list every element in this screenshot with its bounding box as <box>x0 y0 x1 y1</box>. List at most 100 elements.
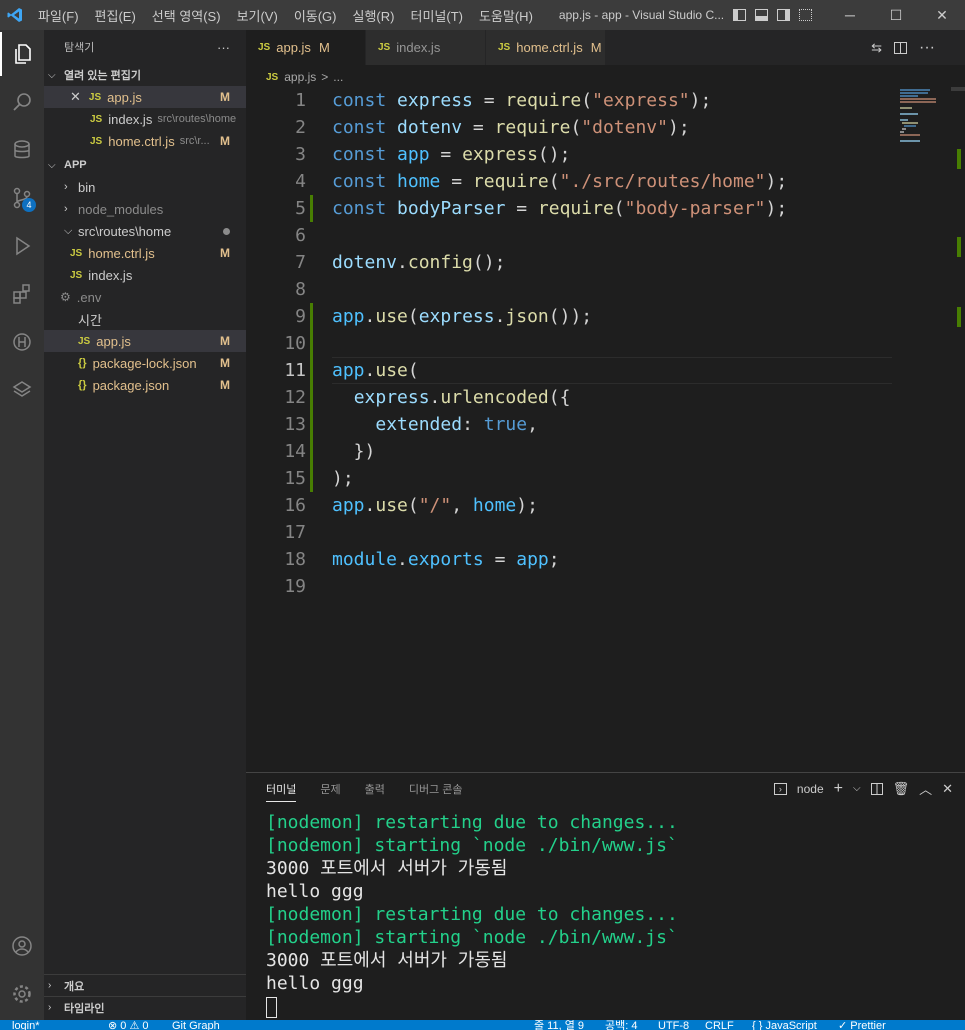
minimize-icon[interactable]: ─ <box>827 7 873 24</box>
tree-item[interactable]: 시간 <box>44 308 246 330</box>
close-panel-icon[interactable]: ✕ <box>942 781 953 797</box>
source-control-icon[interactable]: 4 <box>0 176 44 220</box>
more-actions-icon[interactable]: ··· <box>919 39 935 57</box>
cursor-position[interactable]: 줄 11, 열 9 <box>534 1020 584 1030</box>
language-mode[interactable]: { } JavaScript <box>752 1020 817 1030</box>
line-number: 2 <box>295 117 306 138</box>
chevron-right-icon: › <box>48 980 52 991</box>
open-editor-item[interactable]: ✕ JS app.js M <box>44 86 246 108</box>
tree-item[interactable]: ⚙ .env <box>44 286 246 308</box>
editor-scrollbar[interactable] <box>951 87 965 771</box>
code-line: 19 <box>246 573 965 600</box>
menu-item[interactable]: 파일(F) <box>30 6 87 25</box>
remote-explorer-icon[interactable] <box>0 320 44 364</box>
new-terminal-icon[interactable]: + <box>834 780 843 798</box>
search-icon[interactable] <box>0 80 44 124</box>
maximize-icon[interactable]: ☐ <box>873 7 919 24</box>
code-text: app.use(express.json()); <box>332 306 593 327</box>
terminal-output[interactable]: [nodemon] restarting due to changes... [n… <box>266 811 678 1018</box>
open-editor-label: home.ctrl.js <box>108 133 175 149</box>
tree-item[interactable]: ⌵ src\routes\home <box>44 220 246 242</box>
code-text: ); <box>332 468 354 489</box>
panel-tab[interactable]: 출력 <box>365 781 385 802</box>
encoding[interactable]: UTF-8 <box>658 1020 689 1030</box>
outline-section[interactable]: › 개요 <box>44 974 246 996</box>
editor-tab[interactable]: JS home.ctrl.js M <box>486 30 606 65</box>
folder-header[interactable]: ⌵ APP <box>44 154 246 176</box>
vscode-logo-icon <box>0 0 30 30</box>
extensions-icon[interactable] <box>0 272 44 316</box>
code-text: const dotenv = require("dotenv"); <box>332 117 690 138</box>
open-editor-item[interactable]: JS home.ctrl.js src\r... M <box>44 130 246 152</box>
chevron-right-icon: › <box>64 181 68 193</box>
modified-badge: M <box>220 246 230 260</box>
toggle-sidebar-icon[interactable] <box>732 9 746 21</box>
panel-tab[interactable]: 디버그 콘솔 <box>409 781 463 802</box>
editor-tab[interactable]: JS app.js M <box>246 30 366 65</box>
more-actions-icon[interactable]: ··· <box>217 40 230 55</box>
shell-name[interactable]: node <box>797 782 824 796</box>
git-modified-gutter <box>310 384 313 411</box>
tree-item[interactable]: {} package-lock.json M <box>44 352 246 374</box>
line-number: 11 <box>284 360 306 381</box>
menu-item[interactable]: 이동(G) <box>286 6 345 25</box>
editor-tab[interactable]: JS index.js <box>366 30 486 65</box>
code-line: 2 const dotenv = require("dotenv"); <box>246 114 965 141</box>
git-modified-gutter <box>310 438 313 465</box>
explorer-icon[interactable] <box>0 32 44 76</box>
menu-item[interactable]: 터미널(T) <box>402 6 470 25</box>
git-graph-button[interactable]: Git Graph <box>172 1020 220 1030</box>
open-editors-header[interactable]: ⌵ 열려 있는 편집기 <box>44 64 246 86</box>
menu-item[interactable]: 실행(R) <box>345 6 403 25</box>
split-editor-icon[interactable] <box>894 41 908 54</box>
open-changes-icon[interactable]: ⇆ <box>871 40 882 56</box>
open-editor-item[interactable]: JS index.js src\routes\home <box>44 108 246 130</box>
trash-icon[interactable]: 🗑 <box>893 781 910 797</box>
terminal-line: 3000 포트에서 서버가 가동됨 <box>266 858 508 879</box>
prettier-status[interactable]: ✓ Prettier <box>838 1020 886 1030</box>
menu-item[interactable]: 도움말(H) <box>471 6 541 25</box>
breadcrumb-symbol[interactable]: ... <box>333 70 343 84</box>
js-file-icon: JS <box>70 269 83 281</box>
split-terminal-icon[interactable] <box>870 782 883 795</box>
close-icon[interactable]: ✕ <box>70 89 81 105</box>
panel-tab[interactable]: 터미널 <box>266 781 297 802</box>
tree-item[interactable]: › bin <box>44 176 246 198</box>
panel-tab[interactable]: 문제 <box>320 781 340 802</box>
toggle-panel-icon[interactable] <box>754 9 768 21</box>
breadcrumb-file[interactable]: app.js <box>284 70 316 84</box>
code-line: 4 const home = require("./src/routes/home… <box>246 168 965 195</box>
maximize-panel-icon[interactable]: ︿ <box>919 779 932 798</box>
modified-badge: M <box>220 334 230 348</box>
branch-indicator[interactable]: login* <box>12 1020 40 1030</box>
chevron-down-icon[interactable]: ⌵ <box>853 783 861 794</box>
code-line: 9 app.use(express.json()); <box>246 303 965 330</box>
close-window-icon[interactable]: ✕ <box>919 7 965 24</box>
breadcrumb: JS app.js > ... <box>266 66 343 88</box>
menu-item[interactable]: 보기(V) <box>229 6 286 25</box>
tree-item[interactable]: › node_modules <box>44 198 246 220</box>
run-debug-icon[interactable] <box>0 224 44 268</box>
layers-icon[interactable] <box>0 368 44 412</box>
settings-gear-icon[interactable] <box>0 972 44 1016</box>
tree-item-label: node_modules <box>78 201 164 217</box>
customize-layout-icon[interactable] <box>798 9 812 21</box>
code-text: express.urlencoded({ <box>353 387 571 408</box>
account-icon[interactable] <box>0 924 44 968</box>
tree-item[interactable]: JS home.ctrl.js M <box>44 242 246 264</box>
tree-item[interactable]: JS app.js M <box>44 330 246 352</box>
editor-actions: ⇆ ··· <box>871 30 965 65</box>
menu-item[interactable]: 편집(E) <box>87 6 144 25</box>
menu-item[interactable]: 선택 영역(S) <box>144 6 229 25</box>
status-bar: login* ⊗ 0 ⚠ 0 Git Graph 줄 11, 열 9 공백: 4… <box>0 1020 965 1030</box>
problems-indicator[interactable]: ⊗ 0 ⚠ 0 <box>108 1020 148 1030</box>
database-icon[interactable] <box>0 128 44 172</box>
tree-item[interactable]: JS index.js <box>44 264 246 286</box>
toggle-secondary-sidebar-icon[interactable] <box>776 9 790 21</box>
indentation[interactable]: 공백: 4 <box>605 1020 637 1030</box>
tab-label: home.ctrl.js <box>516 40 583 55</box>
timeline-section[interactable]: › 타임라인 <box>44 996 246 1018</box>
minimap[interactable] <box>894 88 950 148</box>
tree-item[interactable]: {} package.json M <box>44 374 246 396</box>
eol[interactable]: CRLF <box>705 1020 734 1030</box>
